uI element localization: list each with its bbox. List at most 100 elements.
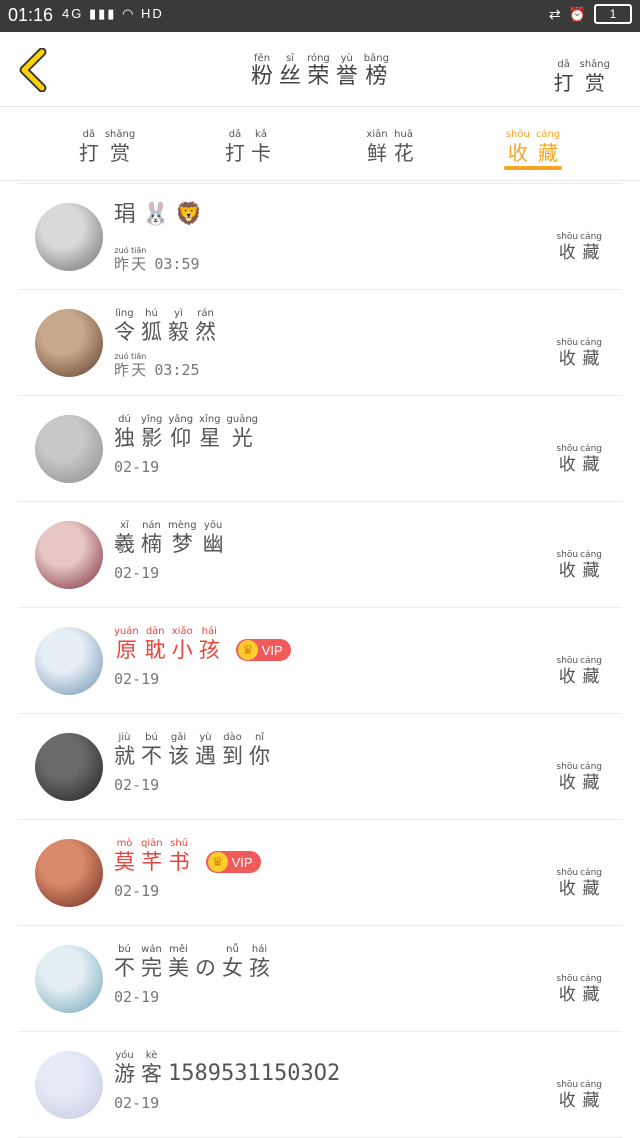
hanzi-text: 打 (78, 141, 99, 165)
user-name: mò 莫 qiān 芊 shū 书 ♛ VIP (114, 838, 261, 875)
reward-button[interactable]: dǎ 打 shǎng 赏 (554, 52, 610, 96)
status-bar: 01:16 4G ▮▮▮ ◠ HD ⇄ ⏰ 1 (0, 0, 640, 32)
tab-favorite[interactable]: shōu 收 cáng 藏 (473, 122, 593, 166)
pinyin-text: shōu (556, 338, 579, 348)
activity-time: zuó 昨 tiān 天 03:59 (114, 246, 200, 273)
pinyin-text: yǎng (168, 414, 194, 425)
battery-icon: 1 (594, 4, 632, 24)
hanzi-text: 打 (553, 71, 574, 95)
time-prefix-char: tiān 天 (131, 352, 146, 379)
pinyin-text: guāng (226, 414, 259, 425)
pinyin-text: wán (141, 944, 162, 955)
pinyin-text: yōu (203, 520, 223, 531)
user-name-char: guāng 光 (227, 414, 259, 451)
title-char: sī 丝 (279, 53, 301, 90)
activity-time: zuó 昨 tiān 天 03:25 (114, 352, 200, 379)
pinyin-text: tiān (131, 246, 147, 255)
list-item[interactable]: bú 不 wán 完 měi 美の nǚ 女 hái 孩 02-19 shōu 收 cáng 藏 (18, 925, 622, 1031)
user-name: yóu 游 kè 客 15895311503O2 (114, 1050, 340, 1087)
list-item[interactable]: lìng 令 hú 狐 yì 毅 rán 然 zuó 昨 tiān 天 03:25 shōu 收 cáng 藏 (18, 289, 622, 395)
pinyin-text: zuó (114, 246, 129, 255)
avatar[interactable] (35, 945, 103, 1013)
favorite-label: shōu 收 cáng 藏 (557, 966, 603, 1005)
user-name-char: wán 完 (141, 944, 162, 981)
favorite-char: shōu 收 (557, 656, 579, 687)
favorite-char: shōu 收 (557, 338, 579, 369)
pinyin-text: bú (118, 944, 131, 955)
list-item[interactable]: jiù 就 bú 不 gāi 该 yù 遇 dào 到 nǐ 你 02-19 shōu 收 cáng 藏 (18, 713, 622, 819)
avatar[interactable] (35, 415, 103, 483)
tab-checkin[interactable]: dǎ 打 kǎ 卡 (188, 122, 308, 166)
tab-reward[interactable]: dǎ 打 shǎng 赏 (47, 122, 167, 166)
hanzi-text: 幽 (202, 532, 224, 556)
avatar[interactable] (35, 733, 103, 801)
pinyin-text: shōu (556, 868, 579, 878)
pinyin-text: gāi (170, 732, 187, 743)
pinyin-text: lìng (115, 308, 134, 319)
favorite-char: cáng 藏 (580, 1080, 602, 1111)
hanzi-text: 收 (558, 773, 576, 793)
hanzi-text: 收 (507, 141, 528, 165)
hanzi-text: 收 (558, 879, 576, 899)
title-char: fěn 粉 (251, 53, 273, 90)
hanzi-text: 耽 (144, 638, 166, 662)
avatar[interactable] (35, 309, 103, 377)
user-name: yuán 原 dān 耽 xiǎo 小 hái 孩 ♛ VIP (114, 626, 291, 663)
list-item[interactable]: dú 独 yǐng 影 yǎng 仰 xīng 星 guāng 光 02-19 shōu 收 cáng 藏 (18, 395, 622, 501)
user-name-char: shū 书 (169, 838, 190, 875)
user-name-char: nán 楠 (141, 520, 162, 557)
user-name-char: dān 耽 (145, 626, 166, 663)
hanzi-text: 光 (231, 426, 253, 450)
crown-icon: ♛ (207, 852, 228, 872)
avatar[interactable] (35, 627, 103, 695)
favorite-char: shōu 收 (557, 232, 579, 263)
time-text: 03:59 (154, 255, 200, 273)
time-text: 02-19 (114, 1094, 160, 1112)
favorite-char: shōu 收 (557, 1080, 579, 1111)
pinyin-text: shǎng (104, 129, 136, 140)
favorite-char: cáng 藏 (580, 550, 602, 581)
user-name-char: yōu 幽 (203, 520, 224, 557)
hanzi-text: 天 (131, 361, 147, 379)
list-item[interactable]: yóu 游 kè 客 15895311503O2 02-19 shōu 收 cáng 藏 (18, 1031, 622, 1138)
user-name: 琄 🐰 🦁 (114, 202, 203, 228)
hanzi-text: 打 (225, 141, 245, 165)
tab-flower[interactable]: xiān 鲜 huā 花 (330, 122, 450, 166)
list-item[interactable]: mò 莫 qiān 芊 shū 书 ♛ VIP 02-19 shōu 收 cáng 藏 (18, 819, 622, 925)
user-name-char: hú 狐 (141, 308, 162, 345)
avatar[interactable] (35, 1051, 103, 1119)
pinyin-text: yuán (114, 626, 139, 637)
reward-char: dǎ 打 (554, 59, 574, 96)
rabbit-icon: 🐰 (142, 202, 170, 227)
user-name-char: gāi 该 (168, 732, 189, 769)
avatar[interactable] (35, 203, 103, 271)
fan-list: 琄 🐰 🦁 zuó 昨 tiān 天 03:59 shōu 收 cáng 藏 lìng 令 hú 狐 yì 毅 rá… (18, 183, 622, 1138)
favorite-char: cáng 藏 (580, 868, 602, 899)
hanzi-text: 原 (115, 638, 137, 662)
user-name-char: nǚ 女 (222, 944, 243, 981)
hanzi-text: 美 (168, 956, 189, 980)
status-time: 01:16 (8, 5, 54, 25)
title-char: bǎng 榜 (364, 53, 389, 90)
hanzi-text: 卡 (251, 141, 271, 165)
hanzi-text: 到 (222, 744, 243, 768)
pinyin-text: zuó (114, 352, 129, 361)
list-item[interactable]: yuán 原 dān 耽 xiǎo 小 hái 孩 ♛ VIP 02-19 shōu 收 cáng 藏 (18, 607, 622, 713)
list-item[interactable]: 琄 🐰 🦁 zuó 昨 tiān 天 03:59 shōu 收 cáng 藏 (18, 183, 622, 289)
hanzi-text: 赏 (110, 141, 130, 165)
status-right-icons: ⇄ ⏰ 1 (549, 4, 632, 24)
hanzi-text: 完 (141, 956, 162, 980)
avatar[interactable] (35, 521, 103, 589)
translate-icon: ⇄ (548, 5, 561, 22)
hanzi-text: 然 (195, 320, 216, 344)
hd-icon: HD (141, 6, 164, 21)
time-text: 02-19 (114, 882, 160, 900)
pinyin-text: cáng (580, 550, 602, 560)
list-item[interactable]: xī 羲 nán 楠 mèng 梦 yōu 幽 02-19 shōu 收 cáng 藏 (18, 501, 622, 607)
hanzi-text: 楠 (141, 532, 162, 556)
tab-char: kǎ 卡 (251, 129, 271, 166)
user-name-char: jiù 就 (114, 732, 135, 769)
avatar[interactable] (35, 839, 103, 907)
tab-char: xiān 鲜 (366, 129, 387, 166)
user-name-char: yǐng 影 (141, 414, 162, 451)
